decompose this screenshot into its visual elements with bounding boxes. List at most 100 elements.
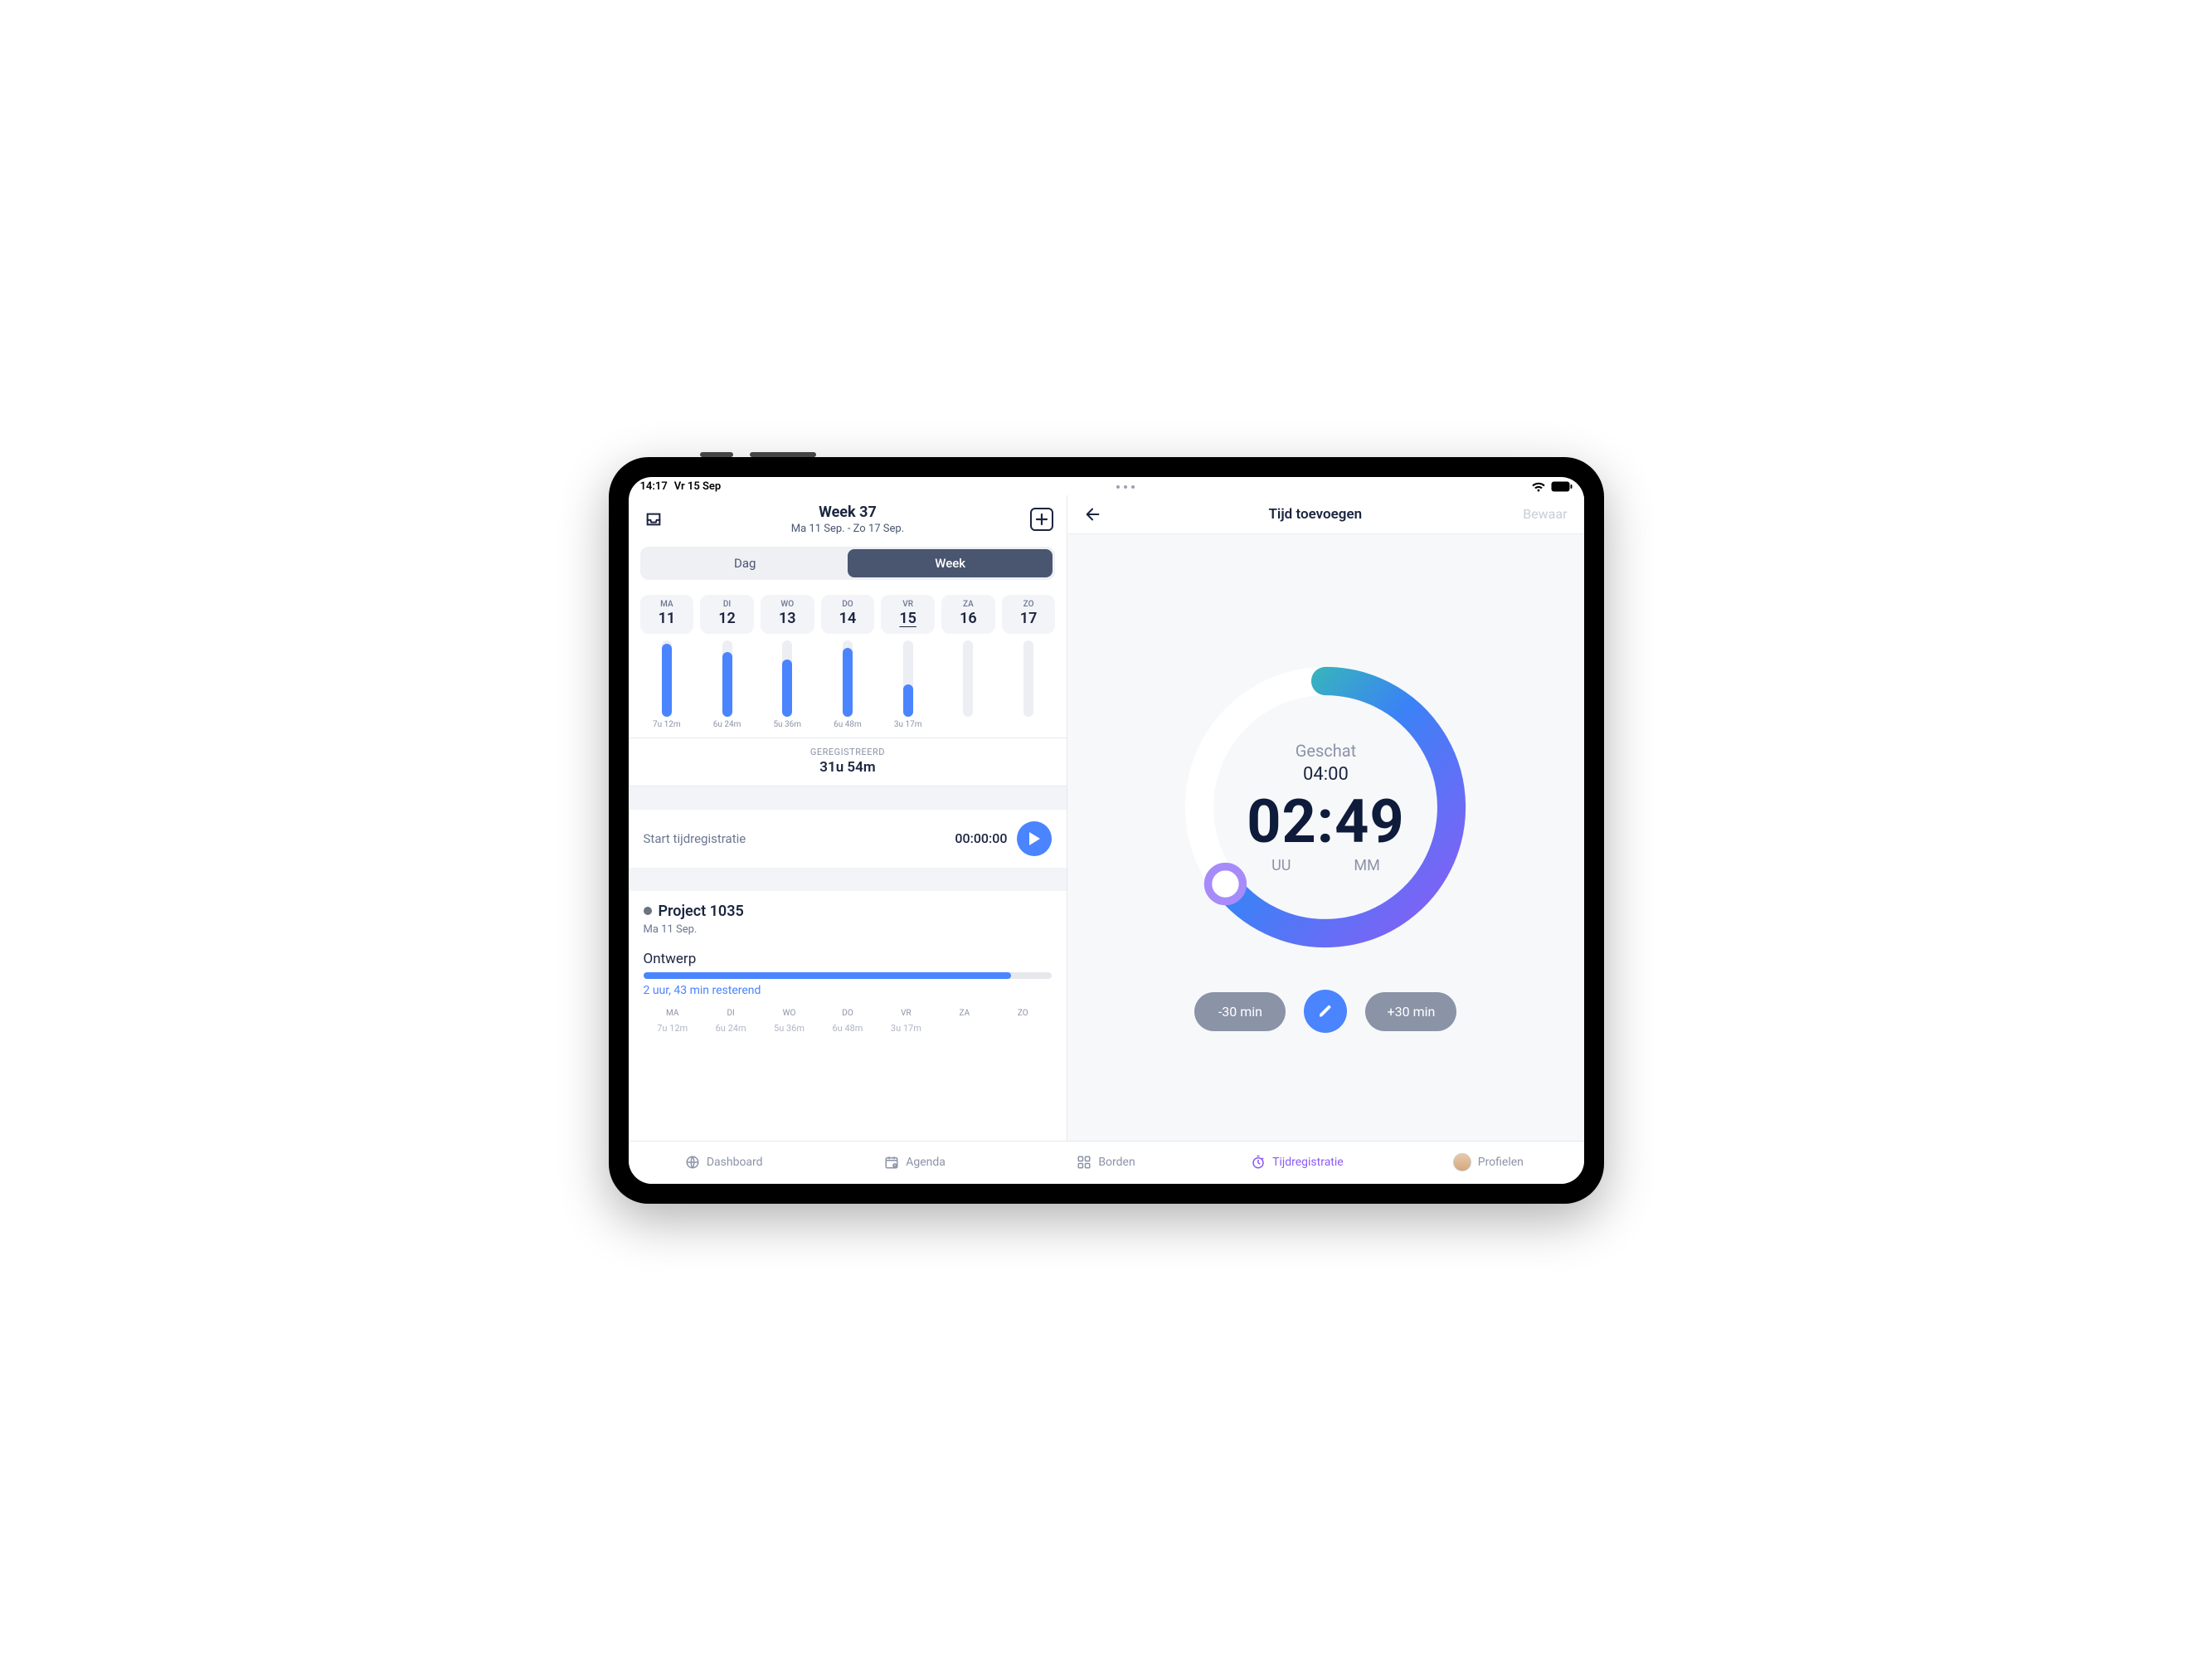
right-pane: Tijd toevoegen Bewaar [1067, 495, 1583, 1141]
day-bar-track [903, 640, 913, 717]
day-bar-wrap [640, 640, 694, 717]
plus-30-button[interactable]: +30 min [1365, 992, 1456, 1031]
time-dial[interactable]: Geschat 04:00 02:49 UU MM [1168, 650, 1483, 965]
project-block[interactable]: Project 1035 Ma 11 Sep. Ontwerp 2 uur, 4… [629, 891, 1067, 1034]
project-week-mini-row: MA7u 12mDI6u 24mWO5u 36mDO6u 48mVR3u 17m… [644, 997, 1053, 1034]
day-week-segmented-control[interactable]: Dag Week [640, 547, 1056, 580]
mini-duration-label: 5u 36m [760, 1023, 818, 1034]
current-time-display: 02:49 [1247, 786, 1405, 857]
mini-duration-label: 6u 24m [702, 1023, 760, 1034]
task-name: Ontwerp [644, 951, 1053, 967]
tab-label: Tijdregistratie [1272, 1156, 1344, 1169]
day-bar-fill [903, 684, 913, 717]
mini-dow-label: DO [819, 1009, 877, 1018]
right-pane-title: Tijd toevoegen [1107, 506, 1523, 523]
day-number: 12 [700, 610, 754, 627]
day-number: 14 [821, 610, 875, 627]
add-button[interactable] [1030, 508, 1053, 531]
stopwatch-icon [1251, 1155, 1266, 1170]
day-bar-track [1023, 640, 1033, 717]
project-title: Project 1035 [659, 903, 744, 920]
status-grabber-dots[interactable] [721, 485, 1530, 489]
registered-total-block: GEREGISTREERD 31u 54m [629, 738, 1067, 786]
mini-dow-label: VR [877, 1009, 935, 1018]
daily-hours-bar-chart [629, 634, 1067, 717]
day-of-week-label: WO [761, 600, 814, 609]
day-of-week-label: ZA [941, 600, 995, 609]
day-cell[interactable]: WO13 [761, 595, 814, 634]
status-date: Vr 15 Sep [674, 480, 722, 493]
mini-day-column: ZO [994, 1009, 1052, 1034]
project-color-dot [644, 907, 652, 915]
day-cell[interactable]: DI12 [700, 595, 754, 634]
day-bar-wrap [761, 640, 814, 717]
mini-dow-label: ZO [994, 1009, 1052, 1018]
save-button[interactable]: Bewaar [1523, 506, 1567, 522]
back-button[interactable] [1084, 505, 1107, 523]
mini-dow-label: MA [644, 1009, 702, 1018]
day-number: 11 [640, 610, 694, 627]
tab-agenda[interactable]: Agenda [819, 1142, 1010, 1184]
day-of-week-label: MA [640, 600, 694, 609]
mini-day-column: VR3u 17m [877, 1009, 935, 1034]
status-bar: 14:17 Vr 15 Sep [629, 477, 1584, 495]
day-duration-label: 6u 48m [821, 720, 875, 729]
tab-profiles[interactable]: Profielen [1393, 1142, 1583, 1184]
tablet-device-frame: 14:17 Vr 15 Sep [609, 457, 1604, 1204]
left-pane: Week 37 Ma 11 Sep. - Zo 17 Sep. Dag Week… [629, 495, 1068, 1141]
day-bar-track [662, 640, 672, 717]
mini-day-column: DI6u 24m [702, 1009, 760, 1034]
day-bar-wrap [881, 640, 935, 717]
mini-day-column: WO5u 36m [760, 1009, 818, 1034]
daily-duration-labels: 7u 12m6u 24m5u 36m6u 48m3u 17m [629, 717, 1067, 738]
wifi-icon [1531, 481, 1546, 493]
inbox-icon[interactable] [642, 508, 665, 531]
day-bar-wrap [821, 640, 875, 717]
screen: 14:17 Vr 15 Sep [629, 477, 1584, 1184]
segment-week[interactable]: Week [848, 549, 1053, 577]
day-bar-track [843, 640, 853, 717]
day-bar-track [963, 640, 973, 717]
tab-label: Dashboard [707, 1156, 763, 1169]
task-progress-fill [644, 972, 1012, 979]
task-progress-bar [644, 972, 1053, 979]
day-duration-label: 5u 36m [761, 720, 814, 729]
tab-time[interactable]: Tijdregistratie [1202, 1142, 1393, 1184]
tab-label: Agenda [906, 1156, 946, 1169]
boards-icon [1077, 1155, 1091, 1170]
day-cell[interactable]: DO14 [821, 595, 875, 634]
day-number: 13 [761, 610, 814, 627]
unit-minutes-label: MM [1354, 857, 1379, 874]
battery-icon [1551, 481, 1573, 492]
tab-boards[interactable]: Borden [1010, 1142, 1201, 1184]
date-range: Ma 11 Sep. - Zo 17 Sep. [665, 523, 1031, 535]
day-cell[interactable]: VR15 [881, 595, 935, 634]
minus-30-button[interactable]: -30 min [1194, 992, 1286, 1031]
day-of-week-label: DO [821, 600, 875, 609]
edit-time-button[interactable] [1304, 990, 1347, 1033]
day-of-week-label: VR [881, 600, 935, 609]
section-gap [629, 786, 1067, 810]
mini-day-column: ZA [936, 1009, 994, 1034]
day-bar-wrap [700, 640, 754, 717]
day-bar-fill [722, 652, 732, 716]
section-gap [629, 868, 1067, 891]
day-number: 15 [881, 610, 935, 627]
day-cell[interactable]: ZA16 [941, 595, 995, 634]
play-button[interactable] [1017, 821, 1052, 856]
avatar-icon [1453, 1153, 1471, 1171]
day-cell[interactable]: ZO17 [1002, 595, 1056, 634]
tab-dashboard[interactable]: Dashboard [629, 1142, 819, 1184]
start-timer-row[interactable]: Start tijdregistratie 00:00:00 [629, 810, 1067, 868]
day-bar-track [722, 640, 732, 717]
week-label: Week 37 [665, 504, 1031, 521]
time-adjust-row: -30 min +30 min [1194, 990, 1456, 1033]
unit-hours-label: UU [1271, 857, 1291, 874]
segment-day[interactable]: Dag [643, 549, 848, 577]
day-number: 16 [941, 610, 995, 627]
day-bar-wrap [941, 640, 995, 717]
calendar-icon [884, 1155, 899, 1170]
mini-duration-label: 6u 48m [819, 1023, 877, 1034]
day-duration-label: 7u 12m [640, 720, 694, 729]
day-cell[interactable]: MA11 [640, 595, 694, 634]
